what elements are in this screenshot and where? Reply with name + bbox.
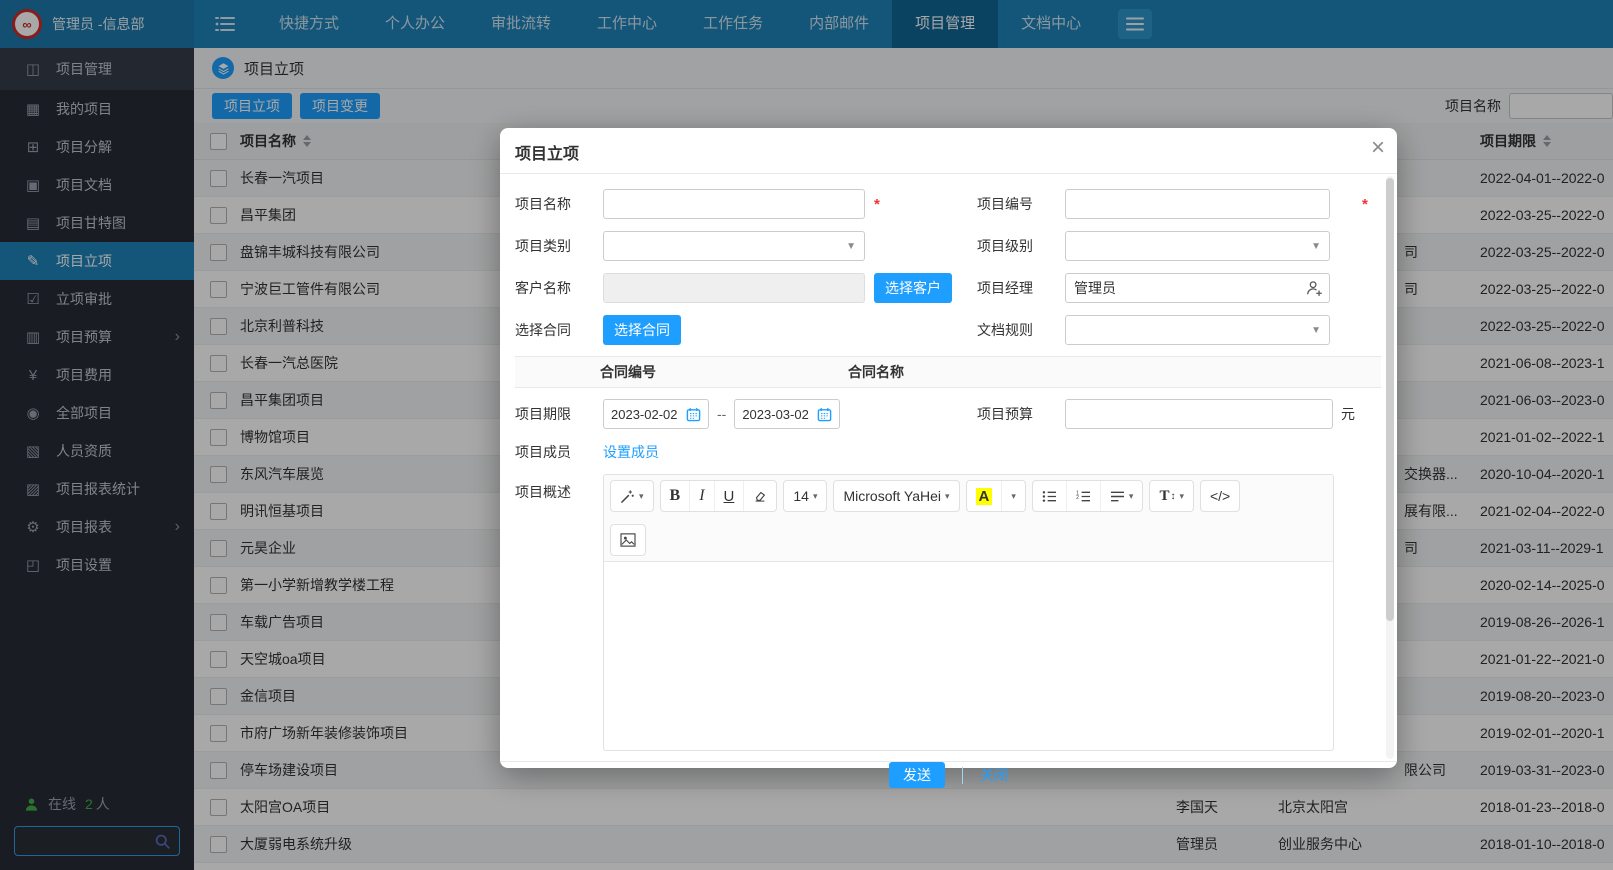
chevron-down-icon: ▼ <box>1311 241 1321 252</box>
underline-button[interactable]: U <box>714 481 744 511</box>
project-code-label: 项目编号 <box>977 194 1065 214</box>
numbered-list-icon: 12 <box>1076 490 1091 503</box>
period-start-input[interactable]: 2023-02-02 <box>603 399 709 429</box>
font-family-select[interactable]: Microsoft YaHei ▾ <box>834 481 958 511</box>
svg-text:2: 2 <box>1076 494 1079 500</box>
align-left-icon <box>1110 490 1125 503</box>
dialog-title: 项目立项 <box>515 146 579 163</box>
chevron-down-icon: ▾ <box>1129 491 1134 502</box>
line-height-button[interactable]: T↕ ▾ <box>1150 481 1193 511</box>
bullet-list-icon <box>1042 490 1057 503</box>
chevron-down-icon: ▼ <box>846 241 856 252</box>
chevron-down-icon: ▾ <box>1179 491 1184 502</box>
code-view-button[interactable]: </> <box>1201 481 1239 511</box>
select-contract-button[interactable]: 选择合同 <box>603 315 681 345</box>
italic-button[interactable]: I <box>689 481 713 511</box>
doc-rule-label: 文档规则 <box>977 320 1065 340</box>
magic-wand-button[interactable]: ▾ <box>611 481 653 511</box>
eraser-button[interactable] <box>743 481 776 511</box>
project-name-input[interactable] <box>603 189 865 219</box>
chevron-down-icon: ▾ <box>945 491 950 502</box>
project-members-label: 项目成员 <box>515 442 603 462</box>
set-members-link[interactable]: 设置成员 <box>603 442 659 462</box>
project-budget-input[interactable] <box>1065 399 1333 429</box>
select-contract-label: 选择合同 <box>515 320 603 340</box>
magic-wand-icon <box>620 489 635 504</box>
image-icon <box>620 533 636 547</box>
rich-text-editor: ▾ B I U <box>603 474 1334 751</box>
project-period-label: 项目期限 <box>515 404 603 424</box>
project-manager-value: 管理员 <box>1074 278 1116 298</box>
chevron-down-icon: ▼ <box>1311 325 1321 336</box>
required-asterisk: * <box>1362 196 1368 213</box>
project-category-label: 项目类别 <box>515 236 603 256</box>
contract-code-header: 合同编号 <box>600 362 656 382</box>
select-customer-button[interactable]: 选择客户 <box>874 273 952 303</box>
bold-button[interactable]: B <box>661 481 690 511</box>
font-size-select[interactable]: 14 ▾ <box>784 481 826 511</box>
numbered-list-button[interactable]: 12 <box>1066 481 1100 511</box>
modal-scrollbar[interactable] <box>1386 176 1394 759</box>
customer-name-label: 客户名称 <box>515 278 603 298</box>
editor-toolbar: ▾ B I U <box>604 475 1333 561</box>
scrollbar-thumb[interactable] <box>1386 178 1394 621</box>
editor-content[interactable] <box>604 561 1333 750</box>
chevron-down-icon: ▾ <box>1011 491 1016 502</box>
doc-rule-select[interactable]: ▼ <box>1065 315 1330 345</box>
font-color-caret[interactable]: ▾ <box>1001 481 1025 511</box>
project-level-select[interactable]: ▼ <box>1065 231 1330 261</box>
project-initiation-dialog: 项目立项 × 项目名称 * 项目编号 * 项目类别 ▼ 项目 <box>500 128 1397 768</box>
insert-image-button[interactable] <box>611 525 645 555</box>
chevron-down-icon: ▾ <box>639 491 644 502</box>
project-manager-input[interactable]: 管理员 <box>1065 273 1330 303</box>
customer-name-input <box>603 273 865 303</box>
bullet-list-button[interactable] <box>1033 481 1066 511</box>
font-color-button[interactable]: A <box>967 481 1002 511</box>
project-code-input[interactable] <box>1065 189 1330 219</box>
budget-unit-label: 元 <box>1341 404 1355 424</box>
person-add-icon[interactable] <box>1305 279 1323 297</box>
align-button[interactable]: ▾ <box>1100 481 1143 511</box>
project-name-label: 项目名称 <box>515 194 603 214</box>
send-button[interactable]: 发送 <box>889 762 945 788</box>
project-manager-label: 项目经理 <box>977 278 1065 298</box>
close-link[interactable]: 关闭 <box>980 765 1008 785</box>
project-summary-label: 项目概述 <box>515 474 603 502</box>
project-budget-label: 项目预算 <box>977 404 1065 424</box>
required-asterisk: * <box>874 196 880 213</box>
calendar-icon[interactable] <box>686 407 701 422</box>
contract-name-header: 合同名称 <box>848 362 904 382</box>
chevron-down-icon: ▾ <box>813 491 818 502</box>
period-end-input[interactable]: 2023-03-02 <box>734 399 840 429</box>
close-icon[interactable]: × <box>1371 136 1385 160</box>
project-level-label: 项目级别 <box>977 236 1065 256</box>
project-category-select[interactable]: ▼ <box>603 231 865 261</box>
footer-divider <box>962 767 963 784</box>
calendar-icon[interactable] <box>817 407 832 422</box>
contract-table-header: 合同编号 合同名称 <box>515 356 1381 388</box>
eraser-icon <box>753 489 767 503</box>
period-separator: -- <box>717 406 726 422</box>
